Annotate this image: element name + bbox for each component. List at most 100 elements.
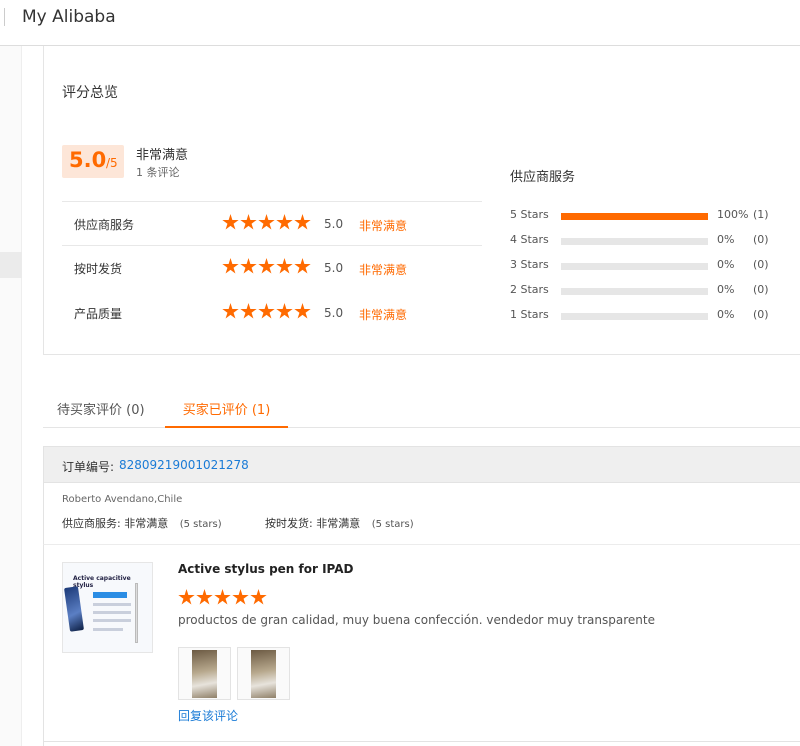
- stylus-graphic: [135, 583, 138, 643]
- distribution-label: 3 Stars: [510, 258, 549, 271]
- star-icon: [240, 214, 257, 230]
- star-icon: [258, 258, 275, 274]
- distribution-label: 1 Stars: [510, 308, 549, 321]
- star-icon: [250, 589, 267, 605]
- supplier-service-label: 供应商服务:: [62, 517, 121, 530]
- criteria-row-on-time-delivery: 按时发货 5.0 非常满意: [62, 246, 482, 291]
- on-time-note: (5 stars): [371, 519, 414, 530]
- star-icon: [258, 214, 275, 230]
- criteria-value: 5.0: [324, 261, 344, 275]
- distribution-percent: 0%: [717, 308, 735, 321]
- star-icon: [240, 258, 257, 274]
- divider: [4, 8, 5, 26]
- reply-review-link[interactable]: 回复该评论: [178, 707, 238, 724]
- distribution-title: 供应商服务: [510, 170, 576, 185]
- star-rating: [222, 303, 312, 320]
- star-icon: [294, 258, 311, 274]
- distribution-percent: 0%: [717, 283, 735, 296]
- star-icon: [196, 589, 213, 605]
- on-time-value: 非常满意: [316, 517, 361, 530]
- divider: [43, 741, 800, 742]
- distribution-count: (0): [753, 308, 769, 321]
- on-time-rating: 按时发货: 非常满意 (5 stars): [265, 515, 414, 531]
- star-icon: [222, 303, 239, 319]
- criteria-word: 非常满意: [359, 308, 408, 322]
- left-sidebar: [0, 46, 22, 746]
- distribution-percent: 0%: [717, 233, 735, 246]
- distribution-bar: [561, 238, 708, 245]
- photo-image: [251, 650, 276, 698]
- criteria-row-supplier-service: 供应商服务 5.0 非常满意: [62, 201, 482, 246]
- on-time-label: 按时发货:: [265, 517, 313, 530]
- product-star-rating: [178, 589, 268, 606]
- distribution-count: (0): [753, 258, 769, 271]
- supplier-service-rating: 供应商服务: 非常满意 (5 stars): [62, 515, 222, 531]
- criteria-value: 5.0: [324, 306, 344, 320]
- tab-buyer-reviewed[interactable]: 买家已评价 (1): [165, 389, 288, 428]
- supplier-service-note: (5 stars): [179, 519, 222, 530]
- criteria-word: 非常满意: [359, 263, 408, 277]
- distribution-fill: [561, 213, 708, 220]
- sidebar-selected-item[interactable]: [0, 252, 22, 278]
- distribution-bar: [561, 313, 708, 320]
- criteria-name: 供应商服务: [74, 218, 135, 232]
- tab-awaiting-buyer-review[interactable]: 待买家评价 (0): [57, 389, 145, 428]
- review-photo[interactable]: [178, 647, 231, 700]
- score-denominator: /5: [106, 156, 118, 170]
- star-icon: [294, 214, 311, 230]
- star-icon: [222, 214, 239, 230]
- rating-overview-panel: 评分总览 5.0 /5 非常满意 1 条评论 供应商服务 5.0 非常满意 按时…: [43, 46, 800, 355]
- overall-score-label: 非常满意: [136, 148, 189, 163]
- star-icon: [276, 303, 293, 319]
- distribution-label: 5 Stars: [510, 208, 549, 221]
- product-thumbnail[interactable]: Active capacitive stylus: [62, 562, 153, 653]
- distribution-bar: [561, 288, 708, 295]
- thumbnail-text-line: [93, 603, 131, 606]
- distribution-count: (1): [753, 208, 769, 221]
- photo-image: [192, 650, 217, 698]
- review-count: 1 条评论: [136, 166, 180, 179]
- review-body: Active capacitive stylus Active stylus p…: [43, 545, 800, 746]
- star-icon: [276, 214, 293, 230]
- review-photo[interactable]: [237, 647, 290, 700]
- order-number-label: 订单编号:: [62, 460, 115, 474]
- criteria-name: 按时发货: [74, 262, 123, 276]
- star-icon: [258, 303, 275, 319]
- star-icon: [294, 303, 311, 319]
- overall-score-badge: 5.0 /5: [62, 145, 124, 178]
- star-icon: [178, 589, 195, 605]
- criteria-table: 供应商服务 5.0 非常满意 按时发货 5.0 非常满意 产品质量 5.0 非常…: [62, 201, 482, 336]
- distribution-percent: 0%: [717, 258, 735, 271]
- overall-score: 5.0: [69, 148, 107, 172]
- thumbnail-banner: [93, 592, 127, 598]
- supplier-service-value: 非常满意: [124, 517, 169, 530]
- order-number-link[interactable]: 82809219001021278: [119, 458, 249, 472]
- distribution-count: (0): [753, 283, 769, 296]
- thumbnail-text-line: [93, 611, 131, 614]
- distribution-row: 2 Stars 0% (0): [510, 283, 790, 299]
- distribution-label: 4 Stars: [510, 233, 549, 246]
- star-rating: [222, 258, 312, 275]
- distribution-row: 3 Stars 0% (0): [510, 258, 790, 274]
- reviewer-name: Roberto Avendano,Chile: [62, 494, 183, 505]
- criteria-word: 非常满意: [359, 219, 408, 233]
- distribution-row: 1 Stars 0% (0): [510, 308, 790, 324]
- thumbnail-heading: Active capacitive stylus: [73, 575, 131, 589]
- star-icon: [222, 258, 239, 274]
- order-header: 订单编号: 82809219001021278: [43, 446, 800, 483]
- criteria-row-product-quality: 产品质量 5.0 非常满意: [62, 291, 482, 336]
- criteria-name: 产品质量: [74, 307, 123, 321]
- thumbnail-text-line: [93, 628, 123, 631]
- app-title[interactable]: My Alibaba: [22, 7, 116, 27]
- review-comment: productos de gran calidad, muy buena con…: [178, 613, 655, 627]
- distribution-label: 2 Stars: [510, 283, 549, 296]
- panel-title: 评分总览: [62, 85, 118, 101]
- distribution-percent: 100%: [717, 208, 749, 221]
- distribution-count: (0): [753, 233, 769, 246]
- star-icon: [276, 258, 293, 274]
- distribution-row: 5 Stars 100% (1): [510, 208, 790, 224]
- criteria-value: 5.0: [324, 217, 344, 231]
- product-title[interactable]: Active stylus pen for IPAD: [178, 562, 353, 576]
- distribution-bar: [561, 213, 708, 220]
- top-bar: My Alibaba: [0, 0, 800, 46]
